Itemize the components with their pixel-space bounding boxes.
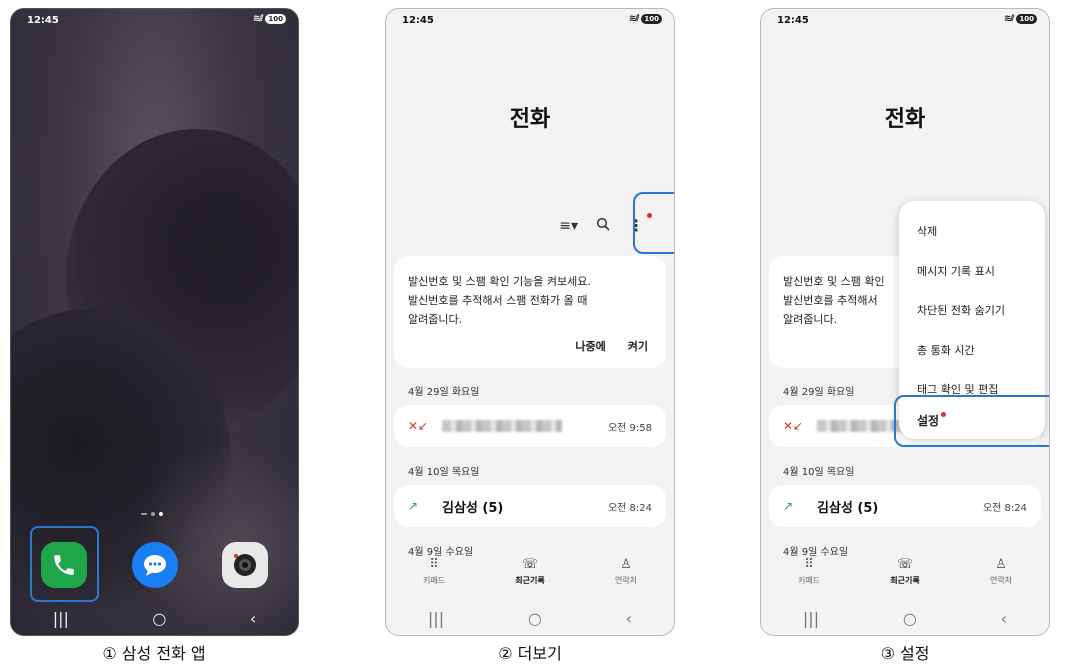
recents-nav-icon[interactable]: ||| xyxy=(53,609,69,628)
promo-text-line: 발신번호를 추적해서 스팸 전화가 올 때 xyxy=(408,294,588,307)
tab-label: 키패드 xyxy=(797,576,821,585)
navigation-bar: ||| ○ ‹ xyxy=(386,601,674,635)
tab-keypad[interactable]: ⠿ 키패드 xyxy=(774,557,844,603)
tab-contacts[interactable]: ♙ 연락처 xyxy=(591,557,661,603)
later-button[interactable]: 나중에 xyxy=(575,337,605,356)
step-caption: ③ 설정 xyxy=(880,644,930,663)
tab-label: 연락처 xyxy=(989,576,1013,585)
missed-call-icon: ✕↙ xyxy=(783,419,804,433)
promo-text-line: 알려줍니다. xyxy=(408,313,463,326)
tab-keypad[interactable]: ⠿ 키패드 xyxy=(399,557,469,603)
step-caption: ① 삼성 전화 앱 xyxy=(102,644,206,663)
keypad-icon: ⠿ xyxy=(429,557,439,572)
recents-nav-icon[interactable]: ||| xyxy=(803,609,819,628)
recents-icon: ☏ xyxy=(521,557,539,572)
filter-icon[interactable]: ≡▾ xyxy=(559,218,578,234)
status-time: 12:45 xyxy=(27,15,59,26)
back-nav-icon[interactable]: ‹ xyxy=(250,609,256,628)
outgoing-call-icon: ↗ xyxy=(783,499,794,513)
tab-label: 키패드 xyxy=(422,576,446,585)
wifi-signal-icon: ≋⫽ xyxy=(252,14,264,24)
call-time: 오전 9:58 xyxy=(607,422,652,434)
navigation-bar: ||| ○ ‹ xyxy=(761,601,1049,635)
recents-icon: ☏ xyxy=(896,557,914,572)
tab-recents[interactable]: ☏ 최근기록 xyxy=(870,557,940,603)
date-header: 4월 29일 화요일 xyxy=(408,387,480,398)
status-bar: 12:45 ≋⫽ 100 xyxy=(761,9,1049,31)
battery-icon: 100 xyxy=(641,14,662,24)
keypad-icon: ⠿ xyxy=(804,557,814,572)
battery-icon: 100 xyxy=(265,14,286,24)
page-indicator[interactable] xyxy=(141,512,163,516)
bottom-tabs: ⠿ 키패드 ☏ 최근기록 ♙ 연락처 xyxy=(761,557,1049,603)
settings-highlight xyxy=(894,395,1049,447)
messages-app-icon[interactable] xyxy=(132,542,178,588)
page-title: 전화 xyxy=(509,107,551,132)
toolbar: ≡▾ ⋮ xyxy=(559,213,652,235)
tab-label: 최근기록 xyxy=(890,576,920,585)
page-title: 전화 xyxy=(884,107,926,132)
battery-icon: 100 xyxy=(1016,14,1037,24)
missed-call-icon: ✕↙ xyxy=(408,419,429,433)
home-nav-icon[interactable]: ○ xyxy=(528,609,542,628)
date-header: 4월 29일 화요일 xyxy=(783,387,855,398)
status-icons: ≋⫽ 100 xyxy=(1004,14,1037,24)
status-time: 12:45 xyxy=(777,15,809,26)
camera-lens-icon xyxy=(234,554,256,576)
status-icons: ≋⫽ 100 xyxy=(629,14,662,24)
home-page-dot xyxy=(151,512,155,516)
page-dot-active xyxy=(159,512,163,516)
more-options-highlight xyxy=(633,192,674,254)
menu-item-show-message-history[interactable]: 메시지 기록 표시 xyxy=(917,263,995,279)
tab-contacts[interactable]: ♙ 연락처 xyxy=(966,557,1036,603)
page-dot xyxy=(141,513,147,515)
status-time: 12:45 xyxy=(402,15,434,26)
search-icon[interactable] xyxy=(596,217,610,235)
chat-bubble-icon xyxy=(144,555,166,576)
enable-button[interactable]: 켜기 xyxy=(628,337,648,356)
outgoing-call-icon: ↗ xyxy=(408,499,419,513)
menu-item-delete[interactable]: 삭제 xyxy=(917,223,937,239)
caller-name: 김삼성 (5) xyxy=(442,500,504,516)
caller-name: 김삼성 (5) xyxy=(817,500,879,516)
navigation-bar: ||| ○ ‹ xyxy=(11,601,298,635)
home-nav-icon[interactable]: ○ xyxy=(152,609,166,628)
wifi-signal-icon: ≋⫽ xyxy=(628,14,640,24)
call-log-item[interactable]: ✕↙ 오전 9:58 xyxy=(394,405,666,447)
caller-id-promo-card: 발신번호 및 스팸 확인 기능을 켜보세요. 발신번호를 추적해서 스팸 전화가… xyxy=(394,256,666,368)
date-header: 4월 9일 수요일 xyxy=(783,547,849,558)
recents-nav-icon[interactable]: ||| xyxy=(428,609,444,628)
back-nav-icon[interactable]: ‹ xyxy=(1001,609,1007,628)
home-screen-phone: 12:45 ≋⫽ 100 ||| ○ ‹ xyxy=(10,8,299,636)
date-header: 4월 9일 수요일 xyxy=(408,547,474,558)
phone-app-screen: 12:45 ≋⫽ 100 전화 ≡▾ ⋮ 발신번호 및 스팸 확인 기능을 켜보… xyxy=(385,8,675,636)
bottom-tabs: ⠿ 키패드 ☏ 최근기록 ♙ 연락처 xyxy=(386,557,674,603)
person-icon: ♙ xyxy=(620,557,632,572)
tab-label: 최근기록 xyxy=(515,576,545,585)
tab-recents[interactable]: ☏ 최근기록 xyxy=(495,557,565,603)
call-time: 오전 8:24 xyxy=(607,502,652,514)
home-nav-icon[interactable]: ○ xyxy=(903,609,917,628)
step-caption: ② 더보기 xyxy=(498,644,562,663)
menu-item-hide-blocked-calls[interactable]: 차단된 전화 숨기기 xyxy=(917,302,1005,318)
blurred-number xyxy=(442,420,562,432)
phone-app-highlight xyxy=(30,526,99,602)
status-bar: 12:45 ≋⫽ 100 xyxy=(386,9,674,31)
promo-text-line: 발신번호 및 스팸 확인 기능을 켜보세요. xyxy=(408,275,591,288)
status-icons: ≋⫽ 100 xyxy=(253,14,286,24)
person-icon: ♙ xyxy=(995,557,1007,572)
tab-label: 연락처 xyxy=(614,576,638,585)
call-log-item[interactable]: ↗ 김삼성 (5) 오전 8:24 xyxy=(394,485,666,527)
phone-app-menu-screen: 12:45 ≋⫽ 100 전화 발신번호 및 스팸 확인 발신번호를 추적해서 … xyxy=(760,8,1050,636)
date-header: 4월 10일 목요일 xyxy=(408,467,480,478)
wifi-signal-icon: ≋⫽ xyxy=(1003,14,1015,24)
menu-item-total-call-time[interactable]: 총 통화 시간 xyxy=(917,342,975,358)
date-header: 4월 10일 목요일 xyxy=(783,467,855,478)
camera-app-icon[interactable] xyxy=(222,542,268,588)
status-bar: 12:45 ≋⫽ 100 xyxy=(11,9,298,31)
back-nav-icon[interactable]: ‹ xyxy=(626,609,632,628)
promo-actions: 나중에 켜기 xyxy=(575,337,648,356)
call-log-item[interactable]: ↗ 김삼성 (5) 오전 8:24 xyxy=(769,485,1041,527)
call-time: 오전 8:24 xyxy=(982,502,1027,514)
